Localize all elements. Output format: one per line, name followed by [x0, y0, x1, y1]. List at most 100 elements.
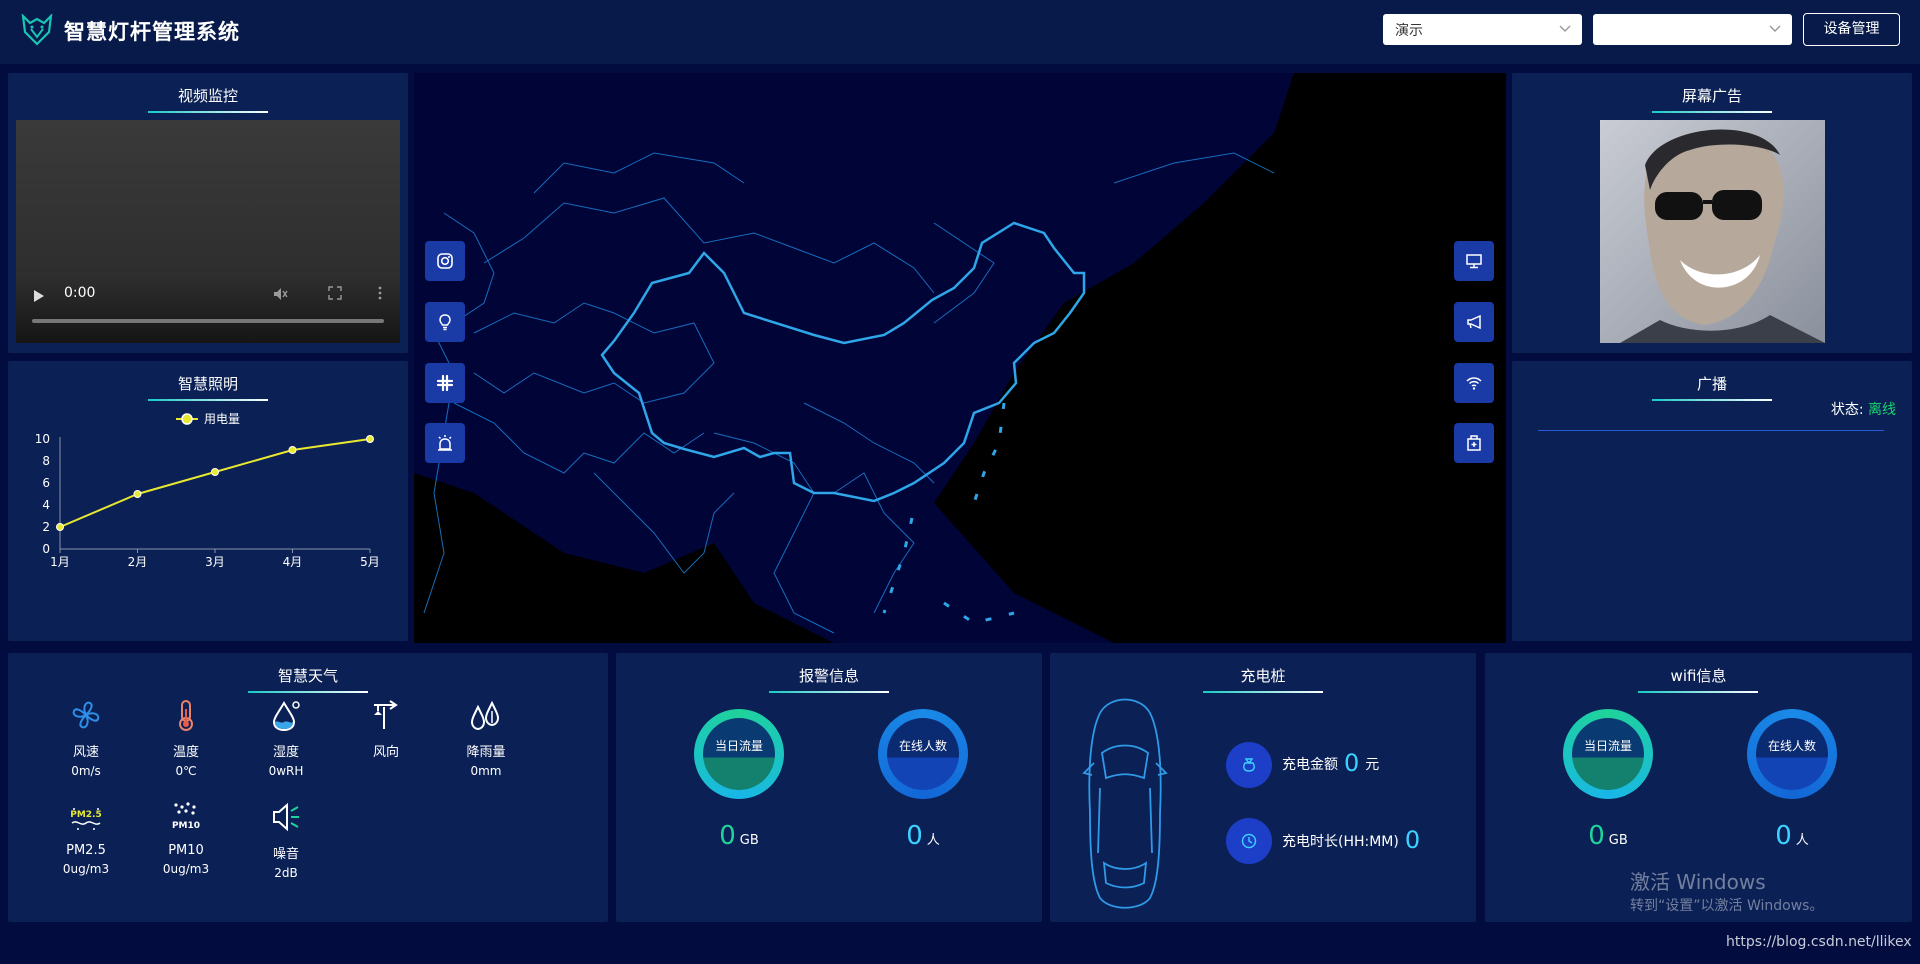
traffic-ring: 当日流量 — [694, 709, 784, 799]
svg-text:PM10: PM10 — [172, 821, 200, 831]
wifi-panel-title: wifi信息 — [1670, 667, 1727, 685]
data-point — [211, 468, 219, 476]
weather-item-pm10: PM10 PM10 0ug/m3 — [146, 799, 226, 876]
pm10-icon: PM10 — [172, 802, 200, 831]
wifi-traffic-ring-label: 当日流量 — [1583, 739, 1632, 753]
wifi-online-unit: 人 — [1795, 833, 1809, 848]
chevron-down-icon — [1559, 25, 1571, 32]
fullscreen-icon[interactable] — [328, 286, 342, 300]
ad-panel: 屏幕广告 — [1512, 73, 1912, 353]
device-management-button[interactable]: 设备管理 — [1803, 13, 1900, 46]
broadcast-button[interactable] — [1454, 302, 1494, 342]
weather-label: 风向 — [372, 745, 399, 760]
online-ring: 在线人数 — [878, 709, 968, 799]
wifi-button[interactable] — [1454, 363, 1494, 403]
broadcast-panel-title: 广播 — [1696, 375, 1727, 393]
title-underline — [148, 399, 268, 401]
wifi-online-number: 0 — [1775, 821, 1792, 851]
title-underline — [1203, 691, 1323, 693]
map-area[interactable] — [414, 73, 1506, 643]
y-tick-label: 8 — [42, 454, 50, 468]
weather-item-wind-speed: 风速 0m/s — [46, 697, 126, 778]
wifi-online-ring: 在线人数 — [1747, 709, 1837, 799]
wifi-online-ring-label: 在线人数 — [1767, 739, 1816, 753]
traffic-number: 0 — [719, 821, 736, 851]
lighting-chart: 0 2 4 6 8 10 1月 2月 3月 4月 5月 用电量 — [35, 412, 380, 569]
weather-label: 风速 — [72, 745, 99, 760]
weather-label: PM2.5 — [66, 843, 106, 858]
title-underline — [1652, 399, 1772, 401]
title-underline — [148, 111, 268, 113]
source-url: https://blog.csdn.net/llikex — [1726, 934, 1912, 950]
lighting-button[interactable] — [425, 302, 465, 342]
traffic-ring-fill — [703, 718, 775, 790]
pole-select[interactable] — [1593, 14, 1792, 45]
charging-amount-unit: 元 — [1365, 757, 1380, 773]
mute-icon[interactable] — [272, 286, 288, 302]
noise-icon — [273, 802, 299, 832]
weather-label: 噪音 — [272, 847, 299, 862]
app-title: 智慧灯杆管理系统 — [64, 20, 240, 44]
screen-button[interactable] — [1454, 241, 1494, 281]
charger-button[interactable] — [1454, 423, 1494, 463]
x-tick-label: 5月 — [360, 555, 380, 569]
alarm-button[interactable] — [425, 423, 465, 463]
charger-icon — [1467, 435, 1481, 451]
video-progress-bar[interactable] — [32, 319, 384, 323]
online-unit: 人 — [926, 833, 940, 848]
status-value: 离线 — [1868, 402, 1896, 418]
weather-value: 0ug/m3 — [162, 862, 210, 876]
title-underline — [248, 691, 368, 693]
weather-value: 0m/s — [71, 764, 101, 778]
wifi-traffic-value: 0 GB — [1538, 821, 1678, 851]
weather-value: 0ug/m3 — [62, 862, 110, 876]
video-player[interactable]: 0:00 — [16, 120, 400, 343]
svg-text:PM2.5: PM2.5 — [70, 810, 102, 820]
camera-button[interactable] — [425, 241, 465, 281]
data-point — [366, 435, 374, 443]
more-icon[interactable] — [378, 286, 382, 300]
online-ring-fill — [887, 718, 959, 790]
y-tick-label: 2 — [42, 520, 50, 534]
charging-amount-value: 0 — [1344, 749, 1360, 777]
weather-label: 温度 — [172, 745, 199, 760]
activate-windows-subtitle: 转到“设置”以激活 Windows。 — [1630, 898, 1824, 914]
series-line — [59, 438, 371, 528]
thermometer-icon — [179, 700, 193, 731]
wifi-traffic-number: 0 — [1588, 821, 1605, 851]
broadcast-status: 状态: 离线 — [1831, 399, 1896, 419]
y-tick-label: 6 — [42, 476, 50, 490]
lighting-panel-title: 智慧照明 — [177, 375, 238, 393]
weather-panel: 智慧天气 风速 0m/s 温度 0℃ 湿度 0wRH 风向 降雨量 0mm PM… — [8, 653, 608, 922]
camera-icon — [437, 253, 453, 269]
charging-amount-label: 充电金额 — [1282, 757, 1338, 773]
rain-icon — [470, 700, 500, 731]
weather-button[interactable] — [425, 363, 465, 403]
online-number: 0 — [906, 821, 923, 851]
weather-item-wind-direction: 风向 — [346, 697, 426, 764]
video-time: 0:00 — [64, 285, 96, 301]
wind-direction-icon — [374, 700, 398, 729]
ad-image — [1600, 120, 1825, 343]
project-select[interactable]: 演示 — [1383, 14, 1582, 45]
y-tick-label: 0 — [42, 542, 50, 556]
traffic-value: 0 GB — [669, 821, 809, 851]
weather-item-rainfall: 降雨量 0mm — [446, 697, 526, 778]
wifi-traffic-unit: GB — [1608, 833, 1628, 848]
header: 智慧灯杆管理系统 演示 设备管理 — [0, 0, 1920, 64]
bulb-icon — [439, 314, 451, 331]
charging-panel-title: 充电桩 — [1240, 667, 1286, 685]
wifi-icon — [1466, 377, 1482, 390]
weather-value: 0℃ — [175, 764, 197, 778]
chevron-down-icon — [1769, 25, 1781, 32]
online-ring-label: 在线人数 — [898, 739, 947, 753]
traffic-unit: GB — [739, 833, 759, 848]
weather-item-humidity: 湿度 0wRH — [246, 697, 326, 778]
y-tick-label: 10 — [35, 432, 50, 446]
weather-item-pm25: PM2.5 PM2.5 0ug/m3 — [46, 799, 126, 876]
play-icon[interactable] — [34, 290, 44, 302]
charging-duration-value: 0 — [1404, 826, 1421, 854]
online-value: 0人 — [853, 821, 993, 851]
alarm-panel: 报警信息 当日流量 在线人数 0 GB 0人 — [616, 653, 1042, 922]
car-icon — [1082, 698, 1168, 909]
